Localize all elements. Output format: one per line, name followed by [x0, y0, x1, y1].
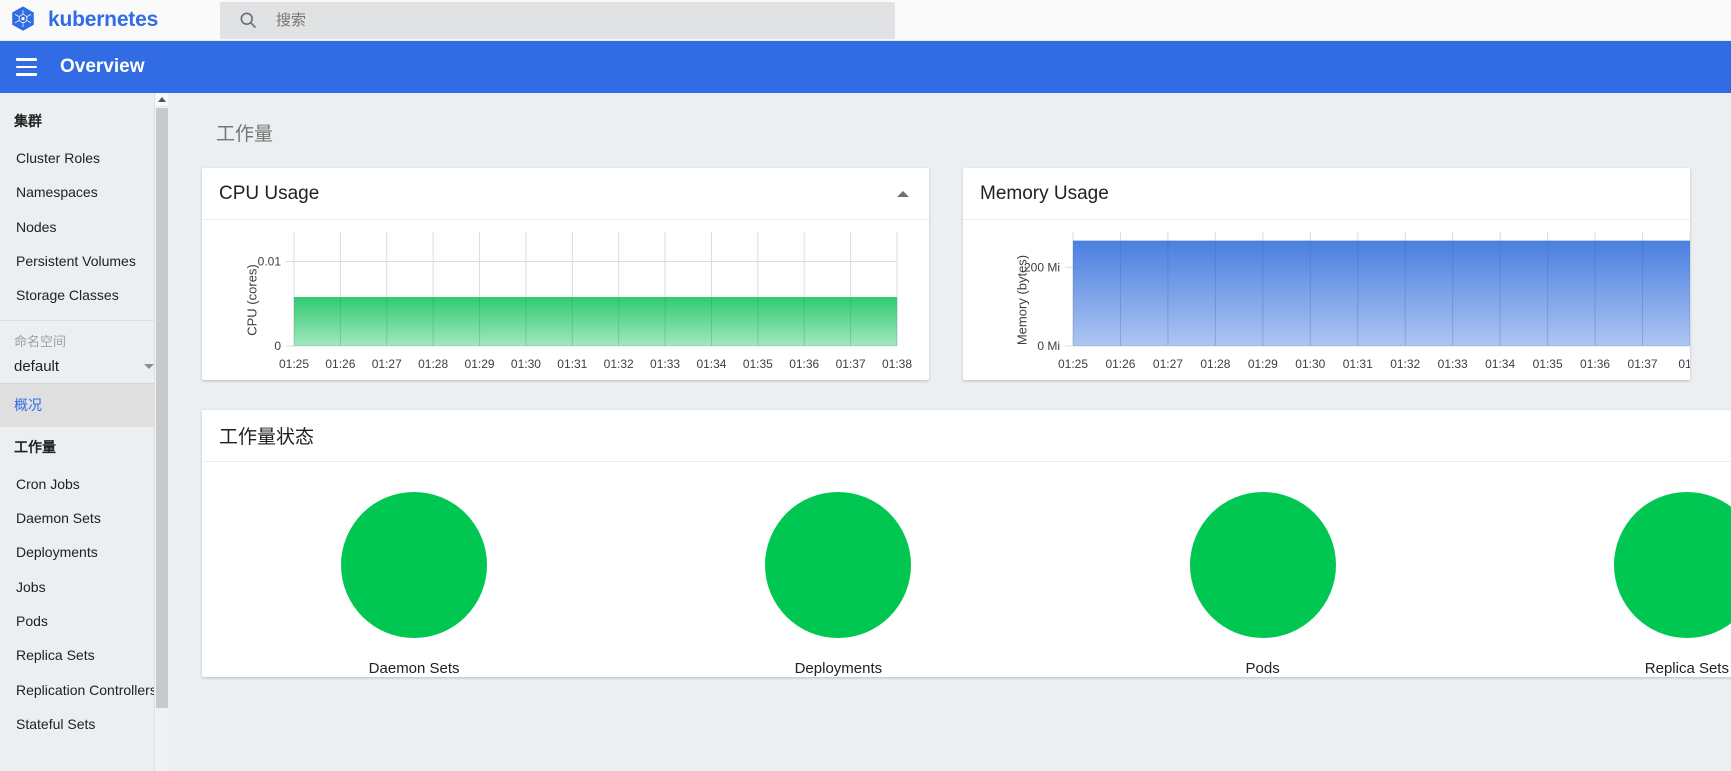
workload-status-item[interactable]: Pods [1051, 492, 1475, 677]
svg-text:01:33: 01:33 [1438, 357, 1468, 371]
sidebar-item-jobs[interactable]: Jobs [0, 570, 168, 604]
svg-text:01:27: 01:27 [1153, 357, 1183, 371]
workload-status-item[interactable]: Deployments [626, 492, 1050, 677]
search-input[interactable] [276, 1, 895, 39]
scroll-up-arrow-icon[interactable] [155, 93, 168, 107]
sidebar-item-overview[interactable]: 概况 [0, 384, 168, 427]
workload-status-title: 工作量状态 [219, 427, 315, 448]
cpu-card-body: CPU (cores) 0.01 0 01:25 01:26 01:27 01:28 01:… [202, 220, 929, 380]
svg-text:01:33: 01:33 [650, 357, 680, 371]
svg-text:01:37: 01:37 [836, 357, 866, 371]
svg-text:0.01: 0.01 [258, 255, 282, 269]
svg-text:01:27: 01:27 [372, 357, 402, 371]
memory-chart-plot: 200 Mi0 Mi01:25 01:26 01:27 01:28 01:29 01:30… [1024, 232, 1690, 371]
svg-text:01:34: 01:34 [696, 357, 726, 371]
cpu-card-header: CPU Usage [202, 168, 929, 220]
svg-text:0: 0 [274, 339, 281, 353]
chevron-down-icon [144, 364, 154, 370]
workload-status-label: Daemon Sets [368, 660, 460, 677]
memory-y-axis-label: Memory (bytes) [1014, 254, 1030, 346]
sidebar-item-stateful-sets[interactable]: Stateful Sets [0, 707, 168, 741]
svg-text:01:26: 01:26 [1105, 357, 1135, 371]
memory-card-header: Memory Usage [963, 168, 1690, 220]
cpu-card-title: CPU Usage [219, 182, 320, 204]
svg-text:01:28: 01:28 [1200, 357, 1230, 371]
cpu-y-axis-label: CPU (cores) [244, 264, 260, 336]
brand-logo-area[interactable]: kubernetes [0, 5, 212, 35]
svg-text:01:35: 01:35 [1533, 357, 1563, 371]
workload-status-header: 工作量状态 [202, 410, 1731, 462]
metrics-card-row: CPU Usage CPU (cores) 0.01 0 01:25 01:26 01:… [168, 146, 1731, 380]
workload-status-item[interactable]: Replica Sets [1475, 492, 1731, 677]
kubernetes-helm-logo-icon [12, 6, 34, 31]
svg-text:01:30: 01:30 [511, 357, 541, 371]
sidebar-item-pods[interactable]: Pods [0, 604, 168, 638]
svg-text:01:3: 01:3 [1678, 357, 1690, 371]
namespace-selected-value: default [14, 358, 60, 376]
svg-text:01:28: 01:28 [418, 357, 448, 371]
svg-text:01:31: 01:31 [557, 357, 587, 371]
sidebar-item-namespaces[interactable]: Namespaces [0, 175, 168, 209]
sidebar-item-storage-classes[interactable]: Storage Classes [0, 278, 168, 312]
svg-text:01:29: 01:29 [465, 357, 495, 371]
replica-sets-donut-chart[interactable] [1613, 492, 1731, 638]
svg-text:01:36: 01:36 [1580, 357, 1610, 371]
svg-text:01:35: 01:35 [743, 357, 773, 371]
pods-donut-chart[interactable] [1189, 492, 1336, 638]
search-bar[interactable] [220, 1, 895, 39]
memory-card-body: Memory (bytes) 200 Mi 0 Mi 01:25 01:26 01:27… [963, 220, 1690, 380]
sidebar-item-replication-controllers[interactable]: Replication Controllers [0, 673, 168, 707]
svg-text:01:26: 01:26 [325, 357, 355, 371]
svg-text:01:29: 01:29 [1248, 357, 1278, 371]
sidebar-group-cluster-title: 集群 [14, 113, 42, 129]
cpu-usage-chart: CPU (cores) 0.01 0 01:25 01:26 01:27 01:28 01:… [202, 220, 929, 380]
svg-text:01:25: 01:25 [279, 357, 309, 371]
brand-name: kubernetes [48, 8, 159, 31]
top-bar: kubernetes [0, 0, 1731, 41]
main-content: 工作量 CPU Usage CPU (cores) 0.01 0 01:25 01:2… [168, 93, 1731, 771]
sidebar-item-nodes[interactable]: Nodes [0, 210, 168, 244]
sidebar-item-cron-jobs[interactable]: Cron Jobs [0, 467, 168, 501]
svg-text:01:25: 01:25 [1058, 357, 1088, 371]
deployments-donut-chart[interactable] [765, 492, 912, 638]
sidebar-item-daemon-sets[interactable]: Daemon Sets [0, 501, 168, 535]
svg-text:01:36: 01:36 [789, 357, 819, 371]
daemon-sets-donut-chart[interactable] [341, 492, 488, 638]
scrollbar-thumb[interactable] [156, 108, 168, 708]
page-title: Overview [60, 56, 145, 77]
memory-card-title: Memory Usage [980, 182, 1109, 204]
sidebar-item-cluster-roles[interactable]: Cluster Roles [0, 141, 168, 175]
svg-text:01:32: 01:32 [604, 357, 634, 371]
sidebar-item-deployments[interactable]: Deployments [0, 535, 168, 569]
sidebar-scrollbar[interactable] [154, 93, 168, 771]
workload-status-item[interactable]: Daemon Sets [202, 492, 626, 677]
workload-status-label: Replica Sets [1644, 660, 1729, 677]
cpu-chart-plot: 0.01 0 01:25 01:26 01:27 01:28 01:29 01:30 01:31… [258, 232, 912, 371]
namespace-label: 命名空间 [14, 334, 67, 350]
workload-status-body: Daemon Sets Deployments Pods Replica Set… [202, 462, 1731, 677]
memory-usage-chart: Memory (bytes) 200 Mi 0 Mi 01:25 01:26 01:27… [963, 220, 1690, 380]
svg-text:01:32: 01:32 [1390, 357, 1420, 371]
sidebar: 集群 Cluster Roles Namespaces Nodes Persis… [0, 93, 168, 771]
hamburger-menu-icon[interactable] [0, 41, 48, 93]
app-bar: Overview [0, 41, 1731, 93]
namespace-select[interactable]: default [0, 356, 168, 385]
svg-text:0 Mi: 0 Mi [1037, 339, 1060, 353]
svg-text:01:38: 01:38 [882, 357, 912, 371]
memory-usage-card: Memory Usage Memory (bytes) 200 Mi 0 Mi 01… [963, 168, 1690, 380]
workload-status-card: 工作量状态 Daemon Sets Deployments Pods Repli… [202, 410, 1731, 677]
sidebar-item-replica-sets[interactable]: Replica Sets [0, 638, 168, 672]
svg-text:01:34: 01:34 [1485, 357, 1515, 371]
workload-status-label: Deployments [794, 660, 883, 677]
svg-text:01:31: 01:31 [1343, 357, 1373, 371]
svg-text:01:37: 01:37 [1628, 357, 1658, 371]
workload-section-heading: 工作量 [216, 124, 274, 145]
workload-status-label: Pods [1245, 660, 1280, 677]
search-icon [220, 10, 276, 30]
sidebar-group-workload-title: 工作量 [14, 438, 56, 455]
chevron-up-icon[interactable] [897, 190, 909, 197]
cpu-usage-card: CPU Usage CPU (cores) 0.01 0 01:25 01:26 01:… [202, 168, 929, 380]
sidebar-item-persistent-volumes[interactable]: Persistent Volumes [0, 244, 168, 278]
svg-text:01:30: 01:30 [1295, 357, 1325, 371]
